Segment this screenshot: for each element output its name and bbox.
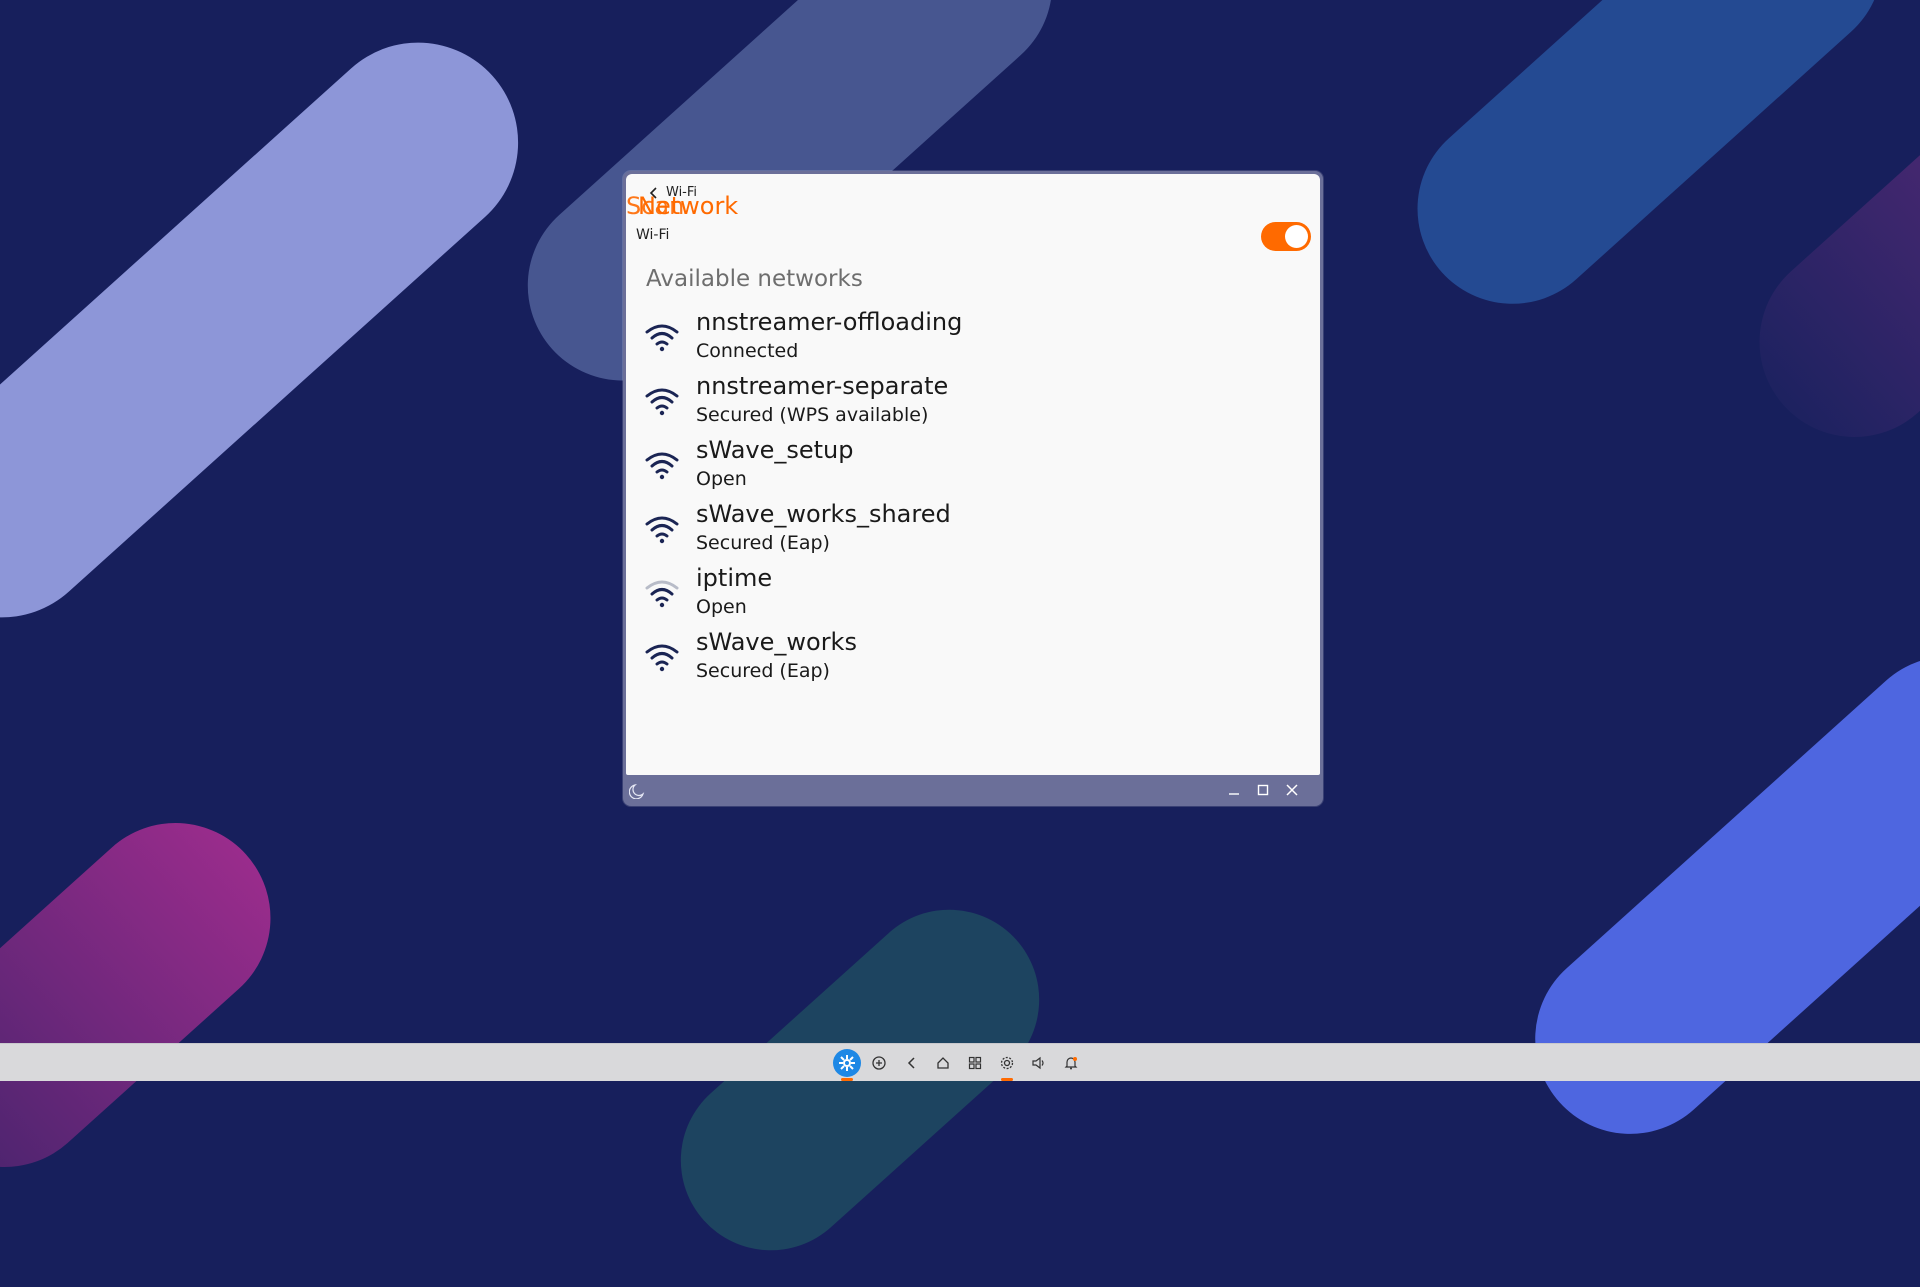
apps-grid-icon [968, 1056, 982, 1070]
network-status: Secured (WPS available) [696, 404, 929, 426]
network-item[interactable]: nnstreamer-separate Secured (WPS availab… [626, 372, 1320, 436]
minimize-icon [1229, 793, 1239, 795]
volume-button[interactable] [1029, 1053, 1049, 1073]
network-status: Connected [696, 340, 799, 362]
window-content: Wi-Fi Scan Network Wi-Fi Available netwo… [626, 174, 1320, 775]
network-item[interactable]: sWave_works_shared Secured (Eap) [626, 500, 1320, 564]
wallpaper-stripe [1496, 616, 1920, 1174]
page-title-back: Scan [626, 192, 685, 220]
taskbar [0, 1043, 1920, 1081]
section-heading: Available networks [646, 266, 863, 292]
toggle-knob [1285, 225, 1308, 248]
network-status: Secured (Eap) [696, 532, 830, 554]
notification-button[interactable] [1061, 1053, 1081, 1073]
wifi-weak-signal-icon [645, 580, 679, 608]
wifi-signal-icon [645, 452, 679, 480]
back-icon [907, 1057, 915, 1069]
window-bottom-bar [623, 775, 1323, 806]
wallpaper-stripe [0, 783, 310, 1207]
network-status: Open [696, 468, 747, 490]
wifi-signal-icon [645, 388, 679, 416]
apps-button[interactable] [965, 1053, 985, 1073]
home-button[interactable] [933, 1053, 953, 1073]
add-circle-icon [872, 1056, 886, 1070]
network-status: Open [696, 596, 747, 618]
app-launcher-button[interactable] [833, 1049, 861, 1077]
network-name: nnstreamer-separate [696, 372, 949, 400]
wifi-toggle-label: Wi-Fi [636, 227, 670, 243]
add-button[interactable] [869, 1053, 889, 1073]
home-icon [937, 1057, 949, 1069]
volume-icon [1032, 1056, 1044, 1070]
notification-bell-icon [1064, 1057, 1078, 1070]
moon-icon[interactable] [629, 783, 645, 799]
page-title: Scan Network [626, 192, 738, 220]
wallpaper-stripe [0, 1, 560, 659]
network-name: sWave_works_shared [696, 500, 951, 528]
close-button[interactable] [1284, 782, 1300, 798]
network-item[interactable]: nnstreamer-offloading Connected [626, 308, 1320, 372]
network-item[interactable]: iptime Open [626, 564, 1320, 628]
network-name: sWave_setup [696, 436, 854, 464]
network-name: sWave_works [696, 628, 857, 656]
wifi-signal-icon [645, 644, 679, 672]
network-name: iptime [696, 564, 773, 592]
back-nav-button[interactable] [902, 1053, 922, 1073]
app-launcher-icon [839, 1055, 855, 1071]
minimize-button[interactable] [1226, 782, 1242, 798]
settings-button[interactable] [997, 1053, 1017, 1073]
wifi-signal-icon [645, 516, 679, 544]
settings-window: Wi-Fi Scan Network Wi-Fi Available netwo… [623, 171, 1323, 806]
network-status: Secured (Eap) [696, 660, 830, 682]
network-name: nnstreamer-offloading [696, 308, 963, 336]
network-item[interactable]: sWave_works Secured (Eap) [626, 628, 1320, 692]
network-list: nnstreamer-offloading Connected nnstream… [626, 308, 1320, 692]
close-icon [1286, 784, 1298, 796]
wifi-toggle[interactable] [1261, 222, 1311, 251]
network-item[interactable]: sWave_setup Open [626, 436, 1320, 500]
maximize-button[interactable] [1255, 782, 1271, 798]
maximize-icon [1257, 784, 1269, 796]
wifi-signal-icon [645, 324, 679, 352]
settings-icon [1000, 1056, 1014, 1070]
